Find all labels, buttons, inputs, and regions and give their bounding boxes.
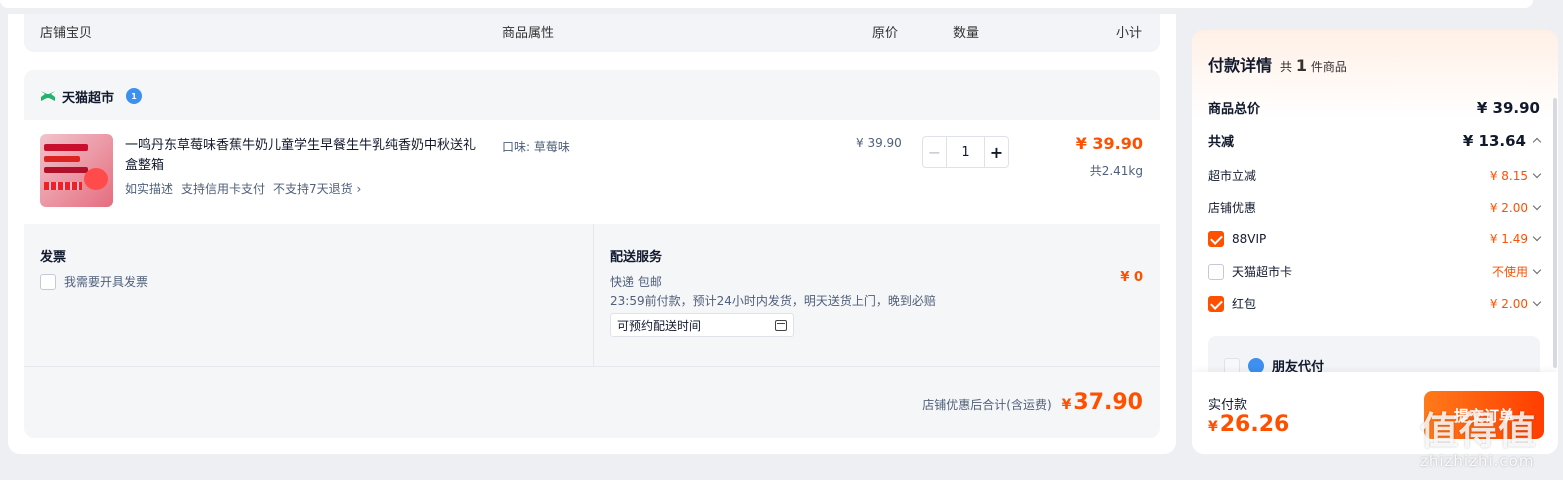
- chevron-up-icon[interactable]: [1532, 137, 1542, 147]
- tag-as-described: 如实描述: [125, 182, 174, 196]
- tag-credit-card: 支持信用卡支付: [181, 182, 266, 196]
- quantity-input[interactable]: [947, 137, 984, 167]
- shop-card: 天猫超市 1 一鸣丹东草莓味香蕉牛奶儿童学生早餐生牛乳纯香奶中秋送礼盒整箱 如实…: [24, 70, 1160, 438]
- quantity-stepper: − +: [922, 136, 1009, 168]
- discount-total-value: ¥ 13.64: [1462, 131, 1526, 150]
- header-subtotal: 小计: [1116, 26, 1143, 41]
- actual-payment-value: ¥26.26: [1208, 412, 1290, 437]
- red-packet-checkbox[interactable]: [1208, 295, 1224, 312]
- header-quantity: 数量: [953, 26, 980, 41]
- shop-title[interactable]: 天猫超市 1: [40, 86, 143, 106]
- discount-row-tmall-card[interactable]: 天猫超市卡 不使用: [1208, 263, 1542, 280]
- item-count: 共 1 件商品: [1280, 56, 1347, 75]
- watermark-domain: zhizhizhi.com: [1420, 452, 1535, 470]
- delivery-title: 配送服务: [610, 250, 663, 265]
- product-tags: 如实描述 支持信用卡支付 不支持7天退货 ›: [125, 180, 361, 197]
- discount-row-supermarket[interactable]: 超市立减 ¥ 8.15: [1208, 167, 1542, 184]
- cart-item-row: 一鸣丹东草莓味香蕉牛奶儿童学生早餐生牛乳纯香奶中秋送礼盒整箱 如实描述 支持信用…: [24, 120, 1160, 224]
- goods-total-value: ¥ 39.90: [1476, 98, 1540, 117]
- delivery-promise: 23:59前付款，预计24小时内发货，明天送货上门，晚到必赔: [610, 294, 936, 308]
- delivery-date-placeholder: 可预约配送时间: [617, 318, 702, 333]
- section-divider: [24, 366, 1160, 367]
- item-subtotal: ¥ 39.90: [1075, 134, 1143, 153]
- chevron-down-icon[interactable]: [1532, 201, 1542, 210]
- tmall-card-checkbox[interactable]: [1208, 263, 1224, 280]
- shop-name: 天猫超市: [62, 90, 115, 106]
- payment-scrollbar[interactable]: [1553, 98, 1557, 368]
- header-attributes: 商品属性: [502, 26, 555, 41]
- quantity-decrease-button[interactable]: −: [923, 137, 947, 167]
- discount-row-red-packet[interactable]: 红包 ¥ 2.00: [1208, 295, 1542, 312]
- invoice-title: 发票: [40, 250, 67, 265]
- watermark-logo: 值得值: [1420, 409, 1538, 453]
- calendar-icon: [775, 319, 787, 331]
- chevron-down-icon[interactable]: [1532, 297, 1542, 306]
- goods-total-row: 商品总价 ¥ 39.90: [1208, 98, 1540, 118]
- invoice-checkbox[interactable]: [40, 273, 56, 290]
- payment-title: 付款详情 共 1 件商品: [1208, 56, 1347, 75]
- delivery-section: 配送服务 快递 包邮 23:59前付款，预计24小时内发货，明天送货上门，晚到必…: [593, 224, 1160, 366]
- header-shop-item: 店铺宝贝: [40, 26, 93, 41]
- product-name-link[interactable]: 一鸣丹东草莓味香蕉牛奶儿童学生早餐生牛乳纯香奶中秋送礼盒整箱: [125, 136, 485, 176]
- watermark: 值得值 zhizhizhi.com: [1420, 400, 1560, 476]
- discount-row-shop[interactable]: 店铺优惠 ¥ 2.00: [1208, 199, 1542, 216]
- item-weight: 共2.41kg: [1089, 164, 1143, 178]
- shop-total: 店铺优惠后合计(含运费) ¥37.90: [922, 390, 1143, 415]
- shop-total-value: ¥37.90: [1061, 390, 1143, 415]
- 88vip-checkbox[interactable]: [1208, 231, 1224, 247]
- chevron-down-icon[interactable]: [1532, 265, 1542, 274]
- invoice-option[interactable]: 我需要开具发票: [40, 273, 148, 290]
- order-items-panel: 店铺宝贝 商品属性 原价 数量 小计 天猫超市 1 一鸣丹东草莓味香蕉牛奶儿童学…: [8, 14, 1176, 454]
- invoice-section: 发票 我需要开具发票: [24, 224, 592, 366]
- quantity-increase-button[interactable]: +: [984, 137, 1008, 167]
- product-attribute: 口味: 草莓味: [502, 140, 570, 154]
- chevron-down-icon[interactable]: [1532, 169, 1542, 178]
- top-bar: [0, 0, 1533, 8]
- shop-badge-icon: 1: [126, 88, 143, 104]
- delivery-date-picker[interactable]: 可预约配送时间: [610, 313, 794, 337]
- header-original-price: 原价: [872, 26, 899, 41]
- delivery-fee: ¥ 0: [1120, 270, 1143, 285]
- chevron-down-icon[interactable]: [1532, 232, 1542, 242]
- discount-total-row[interactable]: 共减 ¥ 13.64: [1208, 131, 1542, 150]
- actual-payment-label: 实付款: [1208, 398, 1248, 413]
- discount-row-88vip[interactable]: 88VIP ¥ 1.49: [1208, 231, 1542, 247]
- payment-details-panel: 付款详情 共 1 件商品 商品总价 ¥ 39.90 共减 ¥ 13.64 超市立…: [1192, 30, 1558, 454]
- table-header: 店铺宝贝 商品属性 原价 数量 小计: [24, 14, 1160, 52]
- product-original-price: ¥ 39.90: [856, 136, 902, 150]
- shop-total-label: 店铺优惠后合计(含运费): [922, 398, 1052, 412]
- tmall-cat-icon: [41, 91, 55, 101]
- product-thumbnail[interactable]: [40, 134, 113, 207]
- delivery-method: 快递 包邮: [610, 275, 662, 289]
- invoice-option-label: 我需要开具发票: [64, 275, 149, 289]
- tag-no-return[interactable]: 不支持7天退货 ›: [273, 180, 361, 197]
